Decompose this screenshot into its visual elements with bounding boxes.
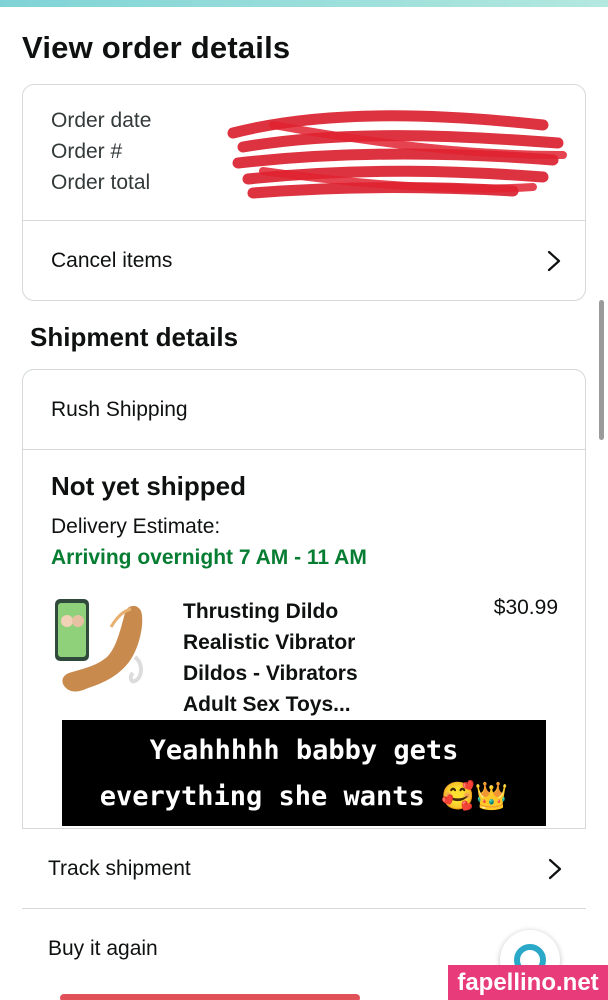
scrollbar[interactable] bbox=[599, 300, 604, 440]
caption-line-1: Yeahhhhh babby gets bbox=[149, 735, 459, 766]
cancel-items-row[interactable]: Cancel items bbox=[23, 221, 585, 300]
product-price: $30.99 bbox=[493, 596, 558, 619]
story-caption-overlay: Yeahhhhh babby gets everything she wants… bbox=[62, 720, 546, 826]
shipping-method: Rush Shipping bbox=[23, 370, 585, 450]
watermark: fapellino.net bbox=[448, 965, 608, 1000]
redaction-scribble bbox=[227, 110, 567, 199]
delivery-estimate-label: Delivery Estimate: bbox=[51, 515, 221, 538]
order-number-label: Order # bbox=[51, 140, 123, 163]
order-total-label: Order total bbox=[51, 171, 151, 194]
chevron-right-icon bbox=[547, 250, 561, 272]
product-title-line: Dildos - Vibrators bbox=[183, 662, 358, 685]
shipment-section-title: Shipment details bbox=[30, 322, 239, 352]
caption-line-2: everything she wants 🥰👑 bbox=[62, 774, 546, 820]
chevron-right-icon bbox=[548, 858, 562, 879]
caption-line-2-text: everything she wants bbox=[99, 781, 425, 812]
track-shipment-row[interactable]: Track shipment bbox=[22, 828, 586, 908]
buy-it-again-label: Buy it again bbox=[48, 936, 158, 960]
page-title: View order details bbox=[22, 30, 291, 65]
order-summary-card: Order date Order # Order total Cancel it… bbox=[22, 84, 586, 301]
top-status-strip bbox=[0, 0, 608, 7]
product-thumbnail[interactable] bbox=[51, 597, 147, 697]
caption-emojis: 🥰👑 bbox=[441, 781, 509, 812]
product-title-line: Thrusting Dildo bbox=[183, 600, 339, 623]
product-title-line: Realistic Vibrator bbox=[183, 631, 356, 654]
track-shipment-label: Track shipment bbox=[48, 856, 191, 880]
shipment-status: Not yet shipped bbox=[51, 471, 247, 501]
arrival-window: Arriving overnight 7 AM - 11 AM bbox=[51, 546, 367, 569]
redaction-scribble-bottom bbox=[60, 994, 360, 1000]
product-title-line: Adult Sex Toys... bbox=[183, 693, 351, 716]
order-summary: Order date Order # Order total bbox=[23, 85, 585, 221]
order-date-label: Order date bbox=[51, 109, 152, 132]
product-title[interactable]: Thrusting Dildo Realistic Vibrator Dildo… bbox=[183, 596, 423, 720]
cancel-items-label: Cancel items bbox=[51, 249, 173, 272]
